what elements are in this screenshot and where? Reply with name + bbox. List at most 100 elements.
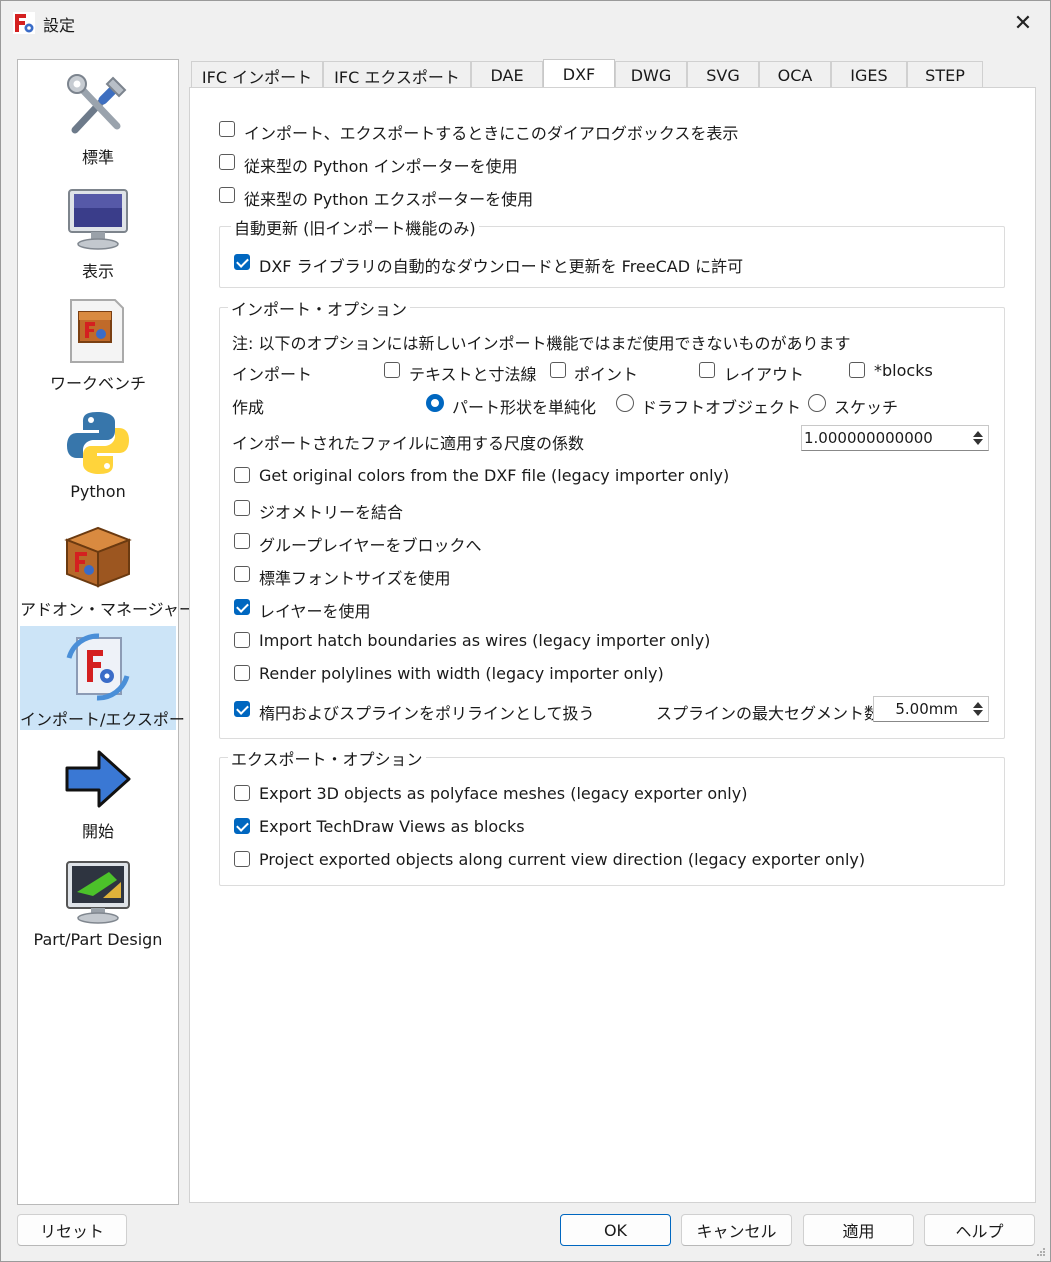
render-polylines-label: Render polylines with width (legacy impo… xyxy=(259,664,664,683)
polyface-meshes-label: Export 3D objects as polyface meshes (le… xyxy=(259,784,748,803)
dxf-settings-panel: インポート、エクスポートするときにこのダイアログボックスを表示 従来型の Pyt… xyxy=(189,87,1036,1203)
create-simple-part-radio[interactable] xyxy=(426,394,444,412)
tab-label: DWG xyxy=(630,66,672,85)
original-colors-label: Get original colors from the DXF file (l… xyxy=(259,466,730,485)
import-row-label: インポート xyxy=(232,365,313,384)
category-label: 開始 xyxy=(81,822,114,841)
tab-dae[interactable]: DAE xyxy=(471,61,543,89)
export-options-title: エクスポート・オプション xyxy=(228,746,426,770)
close-icon: ✕ xyxy=(1013,10,1033,36)
show-dialog-label: インポート、エクスポートするときにこのダイアログボックスを表示 xyxy=(244,124,739,143)
import-export-icon xyxy=(66,633,130,701)
import-options-title: インポート・オプション xyxy=(228,296,411,320)
category-addon-manager[interactable]: アドオン・マネージャー xyxy=(20,516,195,626)
tab-label: OCA xyxy=(777,66,813,85)
category-start[interactable]: 開始 xyxy=(20,738,176,846)
category-display[interactable]: 表示 xyxy=(20,178,176,286)
use-layers-label: レイヤーを使用 xyxy=(259,602,371,621)
create-simple-part-label: パート形状を単純化 xyxy=(452,398,597,417)
reset-button[interactable]: リセット xyxy=(17,1214,127,1246)
spin-arrows[interactable] xyxy=(967,698,987,720)
standard-font-size-label: 標準フォントサイズを使用 xyxy=(259,569,451,588)
group-layers-checkbox[interactable] xyxy=(234,533,250,549)
standard-font-size-checkbox[interactable] xyxy=(234,566,250,582)
category-label: ワークベンチ xyxy=(49,374,146,393)
tab-dwg[interactable]: DWG xyxy=(615,61,687,89)
create-row-label: 作成 xyxy=(232,398,265,417)
create-draft-objects-radio[interactable] xyxy=(616,394,634,412)
project-view-direction-checkbox[interactable] xyxy=(234,851,250,867)
techdraw-blocks-checkbox[interactable] xyxy=(234,818,250,834)
show-dialog-checkbox[interactable] xyxy=(219,121,235,137)
allow-dxf-download-checkbox[interactable] xyxy=(234,254,250,270)
monitor-icon xyxy=(68,189,128,250)
tab-label: IGES xyxy=(850,66,888,85)
legacy-exporter-label: 従来型の Python エクスポーターを使用 xyxy=(244,190,534,209)
category-list: 標準 表示 ワークベンチ Python アドオン・マネージャー インポート/エク… xyxy=(17,59,201,1205)
hatch-boundaries-label: Import hatch boundaries as wires (legacy… xyxy=(259,631,711,650)
use-layers-checkbox[interactable] xyxy=(234,599,250,615)
workbench-icon xyxy=(70,299,124,363)
import-text-dims-checkbox[interactable] xyxy=(384,362,400,378)
tab-label: IFC インポート xyxy=(201,67,313,87)
category-part-design[interactable]: Part/Part Design xyxy=(20,850,176,960)
original-colors-checkbox[interactable] xyxy=(234,467,250,483)
create-sketches-label: スケッチ xyxy=(834,398,899,417)
import-blocks-label: *blocks xyxy=(874,361,933,380)
tab-label: SVG xyxy=(706,66,740,85)
create-draft-objects-label: ドラフトオブジェクト xyxy=(641,398,802,417)
group-layers-label: グループレイヤーをブロックへ xyxy=(259,536,482,555)
close-button[interactable]: ✕ xyxy=(1006,7,1040,39)
category-import-export[interactable]: インポート/エクスポート xyxy=(20,626,201,730)
category-label: 標準 xyxy=(81,148,114,167)
category-python[interactable]: Python xyxy=(20,402,176,512)
tab-dxf[interactable]: DXF xyxy=(543,59,615,89)
scale-factor-spinbox[interactable]: 1.000000000000 xyxy=(801,425,989,451)
legacy-importer-checkbox[interactable] xyxy=(219,154,235,170)
category-workbenches[interactable]: ワークベンチ xyxy=(20,290,176,398)
hatch-boundaries-checkbox[interactable] xyxy=(234,632,250,648)
join-geometry-checkbox[interactable] xyxy=(234,500,250,516)
ok-button[interactable]: OK xyxy=(560,1214,671,1246)
resize-grip-icon[interactable] xyxy=(1036,1247,1046,1257)
import-layouts-checkbox[interactable] xyxy=(699,362,715,378)
render-polylines-checkbox[interactable] xyxy=(234,665,250,681)
tab-ifc-export[interactable]: IFC エクスポート xyxy=(323,61,471,89)
help-button[interactable]: ヘルプ xyxy=(924,1214,1035,1246)
max-segments-spinbox[interactable]: 5.00mm xyxy=(873,696,989,722)
tab-label: IFC エクスポート xyxy=(334,67,460,87)
project-view-direction-label: Project exported objects along current v… xyxy=(259,850,866,869)
spin-arrows[interactable] xyxy=(967,427,987,449)
category-label: インポート/エクスポート xyxy=(20,710,201,729)
auto-update-title: 自動更新 (旧インポート機能のみ) xyxy=(231,215,479,239)
import-layouts-label: レイアウト xyxy=(724,365,805,384)
spin-down-icon xyxy=(973,439,983,445)
cancel-button[interactable]: キャンセル xyxy=(681,1214,792,1246)
title-bar: 設定 ✕ xyxy=(1,1,1050,45)
import-text-dims-label: テキストと寸法線 xyxy=(409,365,537,384)
apply-button[interactable]: 適用 xyxy=(803,1214,914,1246)
import-points-checkbox[interactable] xyxy=(550,362,566,378)
import-blocks-checkbox[interactable] xyxy=(849,362,865,378)
legacy-exporter-checkbox[interactable] xyxy=(219,187,235,203)
polyface-meshes-checkbox[interactable] xyxy=(234,785,250,801)
scale-factor-label: インポートされたファイルに適用する尺度の係数 xyxy=(232,434,585,453)
tab-label: DXF xyxy=(562,65,596,84)
spin-up-icon xyxy=(973,702,983,708)
tab-label: DAE xyxy=(490,66,524,85)
max-segments-value: 5.00mm xyxy=(895,700,958,718)
spin-up-icon xyxy=(973,431,983,437)
allow-dxf-download-label: DXF ライブラリの自動的なダウンロードと更新を FreeCAD に許可 xyxy=(259,257,744,276)
join-geometry-label: ジオメトリーを結合 xyxy=(259,503,404,522)
create-sketches-radio[interactable] xyxy=(808,394,826,412)
freecad-app-icon xyxy=(13,12,35,34)
category-general[interactable]: 標準 xyxy=(20,64,176,172)
category-label: アドオン・マネージャー xyxy=(20,600,195,619)
preferences-window: 設定 ✕ 標準 表示 ワークベンチ Python アドオン・マネージャー インポ… xyxy=(0,0,1051,1262)
tab-ifc-import[interactable]: IFC インポート xyxy=(191,61,323,89)
tab-svg[interactable]: SVG xyxy=(687,61,759,89)
tab-iges[interactable]: IGES xyxy=(831,61,907,89)
tab-oca[interactable]: OCA xyxy=(759,61,831,89)
ellipse-spline-polyline-checkbox[interactable] xyxy=(234,701,250,717)
tab-step[interactable]: STEP xyxy=(907,61,983,89)
